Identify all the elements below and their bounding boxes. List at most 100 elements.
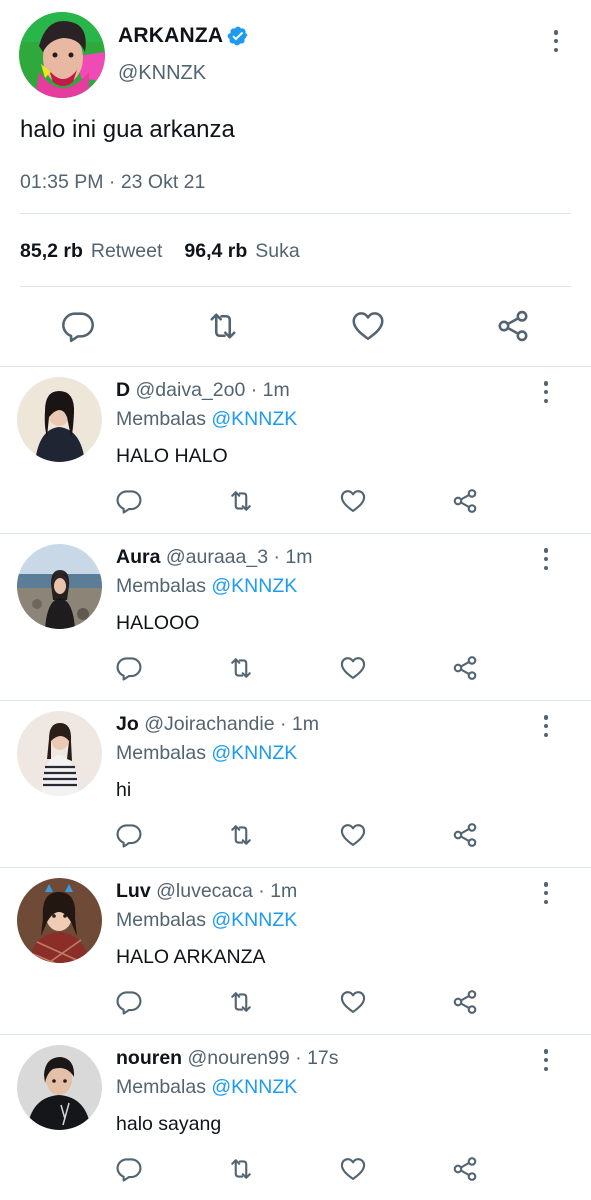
retweet-icon[interactable] — [205, 308, 241, 344]
avatar[interactable] — [17, 544, 102, 629]
reply-author-name[interactable]: Aura — [116, 546, 160, 568]
mention-link[interactable]: @KNNZK — [211, 408, 297, 430]
mention-link[interactable]: @KNNZK — [211, 575, 297, 597]
replying-to-label: Membalas — [116, 408, 206, 430]
reply-author-handle[interactable]: @auraaa_3 — [166, 546, 268, 568]
reply-icon[interactable] — [115, 821, 143, 849]
reply-time: 1m — [291, 713, 319, 735]
reply-tweet[interactable]: Luv @luvecaca · 1m Membalas @KNNZK HALO … — [0, 868, 591, 1035]
reply-tweet[interactable]: Jo @Joirachandie · 1m Membalas @KNNZK hi — [0, 701, 591, 868]
author-handle[interactable]: @KNNZK — [118, 62, 206, 85]
meta-separator: · — [273, 546, 281, 568]
heart-icon[interactable] — [350, 308, 386, 344]
heart-icon[interactable] — [339, 988, 367, 1016]
meta-separator: · — [295, 1047, 302, 1069]
meta-separator: · — [250, 379, 258, 401]
reply-author-name[interactable]: D — [116, 379, 130, 401]
reply-icon[interactable] — [115, 487, 143, 515]
reply-icon[interactable] — [60, 308, 96, 344]
reply-author-handle[interactable]: @daiva_2o0 — [136, 379, 246, 401]
more-icon[interactable] — [543, 548, 549, 570]
heart-icon[interactable] — [339, 487, 367, 515]
reply-time: 1m — [262, 379, 290, 401]
replying-to-label: Membalas — [116, 575, 206, 597]
avatar[interactable] — [17, 878, 102, 963]
replying-to-label: Membalas — [116, 742, 206, 764]
reply-author-handle[interactable]: @luvecaca — [156, 880, 253, 902]
more-icon[interactable] — [543, 381, 549, 403]
reply-time: 1m — [285, 546, 313, 568]
reply-tweet[interactable]: D @daiva_2o0 · 1m Membalas @KNNZK HALO H… — [0, 367, 591, 534]
reply-text: hi — [116, 779, 132, 801]
tweet-time: 01:35 PM — [20, 171, 104, 193]
reply-text: HALOOO — [116, 612, 200, 634]
more-icon[interactable] — [543, 715, 549, 737]
heart-icon[interactable] — [339, 654, 367, 682]
mention-link[interactable]: @KNNZK — [211, 1076, 297, 1098]
reply-icon[interactable] — [115, 654, 143, 682]
meta-separator: · — [258, 880, 265, 902]
mention-link[interactable]: @KNNZK — [211, 909, 297, 931]
reply-author-name[interactable]: Luv — [116, 880, 151, 902]
like-count[interactable]: 96,4 rb — [184, 240, 247, 263]
retweet-icon[interactable] — [227, 1155, 255, 1183]
divider — [20, 213, 571, 214]
more-icon[interactable] — [543, 882, 549, 904]
reply-tweet[interactable]: nouren @nouren99 · 17s Membalas @KNNZK h… — [0, 1035, 591, 1200]
reply-header: Jo @Joirachandie · 1m — [116, 713, 319, 736]
retweet-label[interactable]: Retweet — [91, 240, 163, 263]
avatar[interactable] — [19, 12, 105, 98]
share-icon[interactable] — [451, 988, 479, 1016]
share-icon[interactable] — [451, 487, 479, 515]
reply-time: 17s — [307, 1047, 339, 1069]
tweet-stats: 85,2 rb Retweet 96,4 rb Suka — [20, 240, 322, 263]
heart-icon[interactable] — [339, 821, 367, 849]
reply-author-handle[interactable]: @Joirachandie — [144, 713, 274, 735]
retweet-icon[interactable] — [227, 821, 255, 849]
retweet-count[interactable]: 85,2 rb — [20, 240, 83, 263]
share-icon[interactable] — [495, 308, 531, 344]
reply-header: nouren @nouren99 · 17s — [116, 1047, 339, 1070]
share-icon[interactable] — [451, 654, 479, 682]
replying-to: Membalas @KNNZK — [116, 575, 297, 598]
verified-badge-icon — [227, 26, 248, 46]
divider — [20, 286, 571, 287]
replying-to: Membalas @KNNZK — [116, 408, 297, 431]
replying-to-label: Membalas — [116, 1076, 206, 1098]
reply-icon[interactable] — [115, 1155, 143, 1183]
reply-author-handle[interactable]: @nouren99 — [188, 1047, 290, 1069]
reply-header: D @daiva_2o0 · 1m — [116, 379, 290, 402]
mention-link[interactable]: @KNNZK — [211, 742, 297, 764]
reply-text: HALO ARKANZA — [116, 946, 266, 968]
retweet-icon[interactable] — [227, 487, 255, 515]
share-icon[interactable] — [451, 1155, 479, 1183]
tweet-date: 23 Okt 21 — [120, 171, 206, 193]
meta-separator: · — [279, 713, 287, 735]
share-icon[interactable] — [451, 821, 479, 849]
reply-tweet[interactable]: Aura @auraaa_3 · 1m Membalas @KNNZK HALO… — [0, 534, 591, 701]
reply-header: Luv @luvecaca · 1m — [116, 880, 297, 903]
avatar[interactable] — [17, 1045, 102, 1130]
reply-time: 1m — [270, 880, 298, 902]
reply-header: Aura @auraaa_3 · 1m — [116, 546, 313, 569]
retweet-icon[interactable] — [227, 654, 255, 682]
main-tweet: ARKANZA @KNNZK halo ini gua arkanza 01:3… — [0, 0, 591, 366]
author-name-text: ARKANZA — [118, 24, 224, 47]
replying-to-label: Membalas — [116, 909, 206, 931]
tweet-timestamp[interactable]: 01:35 PM · 23 Okt 21 — [20, 171, 205, 194]
tweet-text: halo ini gua arkanza — [20, 116, 235, 143]
replying-to: Membalas @KNNZK — [116, 1076, 297, 1099]
reply-text: HALO HALO — [116, 445, 228, 467]
reply-author-name[interactable]: Jo — [116, 713, 139, 735]
reply-author-name[interactable]: nouren — [116, 1047, 182, 1069]
heart-icon[interactable] — [339, 1155, 367, 1183]
reply-text: halo sayang — [116, 1113, 222, 1135]
more-icon[interactable] — [543, 1049, 549, 1071]
author-name[interactable]: ARKANZA — [118, 24, 249, 48]
avatar[interactable] — [17, 711, 102, 796]
avatar[interactable] — [17, 377, 102, 462]
like-label[interactable]: Suka — [255, 240, 299, 263]
retweet-icon[interactable] — [227, 988, 255, 1016]
more-icon[interactable] — [553, 30, 559, 52]
reply-icon[interactable] — [115, 988, 143, 1016]
